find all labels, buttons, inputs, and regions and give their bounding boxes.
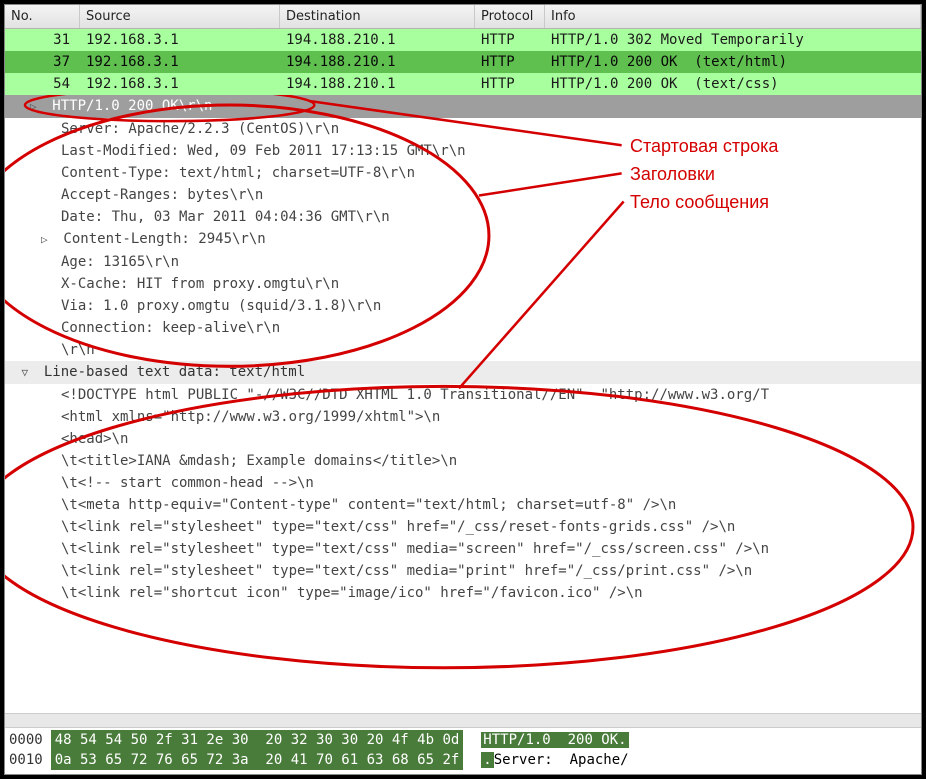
detail-body-line[interactable]: <!DOCTYPE html PUBLIC "-//W3C//DTD XHTML… (5, 384, 921, 406)
packet-row[interactable]: 54192.168.3.1194.188.210.1HTTPHTTP/1.0 2… (5, 73, 921, 95)
collapse-icon[interactable] (21, 361, 35, 384)
detail-header-line[interactable]: \r\n (5, 339, 921, 361)
col-header-info[interactable]: Info (545, 5, 921, 28)
hex-row[interactable]: 000048 54 54 50 2f 31 2e 30 20 32 30 30 … (9, 730, 917, 750)
expand-icon[interactable] (30, 95, 44, 118)
packet-list[interactable]: 31192.168.3.1194.188.210.1HTTPHTTP/1.0 3… (5, 29, 921, 95)
hex-row[interactable]: 00100a 53 65 72 76 65 72 3a 20 41 70 61 … (9, 750, 917, 770)
detail-body-line[interactable]: <head>\n (5, 428, 921, 450)
detail-header-line[interactable]: Server: Apache/2.2.3 (CentOS)\r\n (5, 118, 921, 140)
col-header-proto[interactable]: Protocol (475, 5, 545, 28)
packet-details-pane[interactable]: HTTP/1.0 200 OK\r\n Server: Apache/2.2.3… (5, 95, 921, 713)
detail-body-line[interactable]: \t<link rel="shortcut icon" type="image/… (5, 582, 921, 604)
detail-header-line[interactable]: Connection: keep-alive\r\n (5, 317, 921, 339)
detail-body-header[interactable]: Line-based text data: text/html (5, 361, 921, 384)
expand-icon[interactable] (41, 228, 55, 251)
detail-header-line[interactable]: Content-Type: text/html; charset=UTF-8\r… (5, 162, 921, 184)
packet-row[interactable]: 31192.168.3.1194.188.210.1HTTPHTTP/1.0 3… (5, 29, 921, 51)
splitter-bar[interactable] (5, 713, 921, 727)
detail-body-line[interactable]: \t<link rel="stylesheet" type="text/css"… (5, 560, 921, 582)
detail-body-line[interactable]: \t<link rel="stylesheet" type="text/css"… (5, 538, 921, 560)
detail-header-line[interactable]: Accept-Ranges: bytes\r\n (5, 184, 921, 206)
detail-header-line[interactable]: Content-Length: 2945\r\n (5, 228, 921, 251)
col-header-no[interactable]: No. (5, 5, 80, 28)
detail-header-line[interactable]: Via: 1.0 proxy.omgtu (squid/3.1.8)\r\n (5, 295, 921, 317)
detail-header-line[interactable]: X-Cache: HIT from proxy.omgtu\r\n (5, 273, 921, 295)
detail-header-line[interactable]: Age: 13165\r\n (5, 251, 921, 273)
detail-body-line[interactable]: \t<!-- start common-head -->\n (5, 472, 921, 494)
col-header-src[interactable]: Source (80, 5, 280, 28)
detail-status-line[interactable]: HTTP/1.0 200 OK\r\n (5, 95, 921, 118)
detail-header-line[interactable]: Date: Thu, 03 Mar 2011 04:04:36 GMT\r\n (5, 206, 921, 228)
wireshark-window: No. Source Destination Protocol Info 311… (4, 4, 922, 775)
detail-body-line[interactable]: \t<title>IANA &mdash; Example domains</t… (5, 450, 921, 472)
packet-list-header: No. Source Destination Protocol Info (5, 5, 921, 29)
detail-body-line[interactable]: \t<link rel="stylesheet" type="text/css"… (5, 516, 921, 538)
detail-body-line[interactable]: \t<meta http-equiv="Content-type" conten… (5, 494, 921, 516)
detail-header-line[interactable]: Last-Modified: Wed, 09 Feb 2011 17:13:15… (5, 140, 921, 162)
col-header-dst[interactable]: Destination (280, 5, 475, 28)
packet-row[interactable]: 37192.168.3.1194.188.210.1HTTPHTTP/1.0 2… (5, 51, 921, 73)
detail-body-line[interactable]: <html xmlns="http://www.w3.org/1999/xhtm… (5, 406, 921, 428)
hex-pane[interactable]: 000048 54 54 50 2f 31 2e 30 20 32 30 30 … (5, 727, 921, 774)
